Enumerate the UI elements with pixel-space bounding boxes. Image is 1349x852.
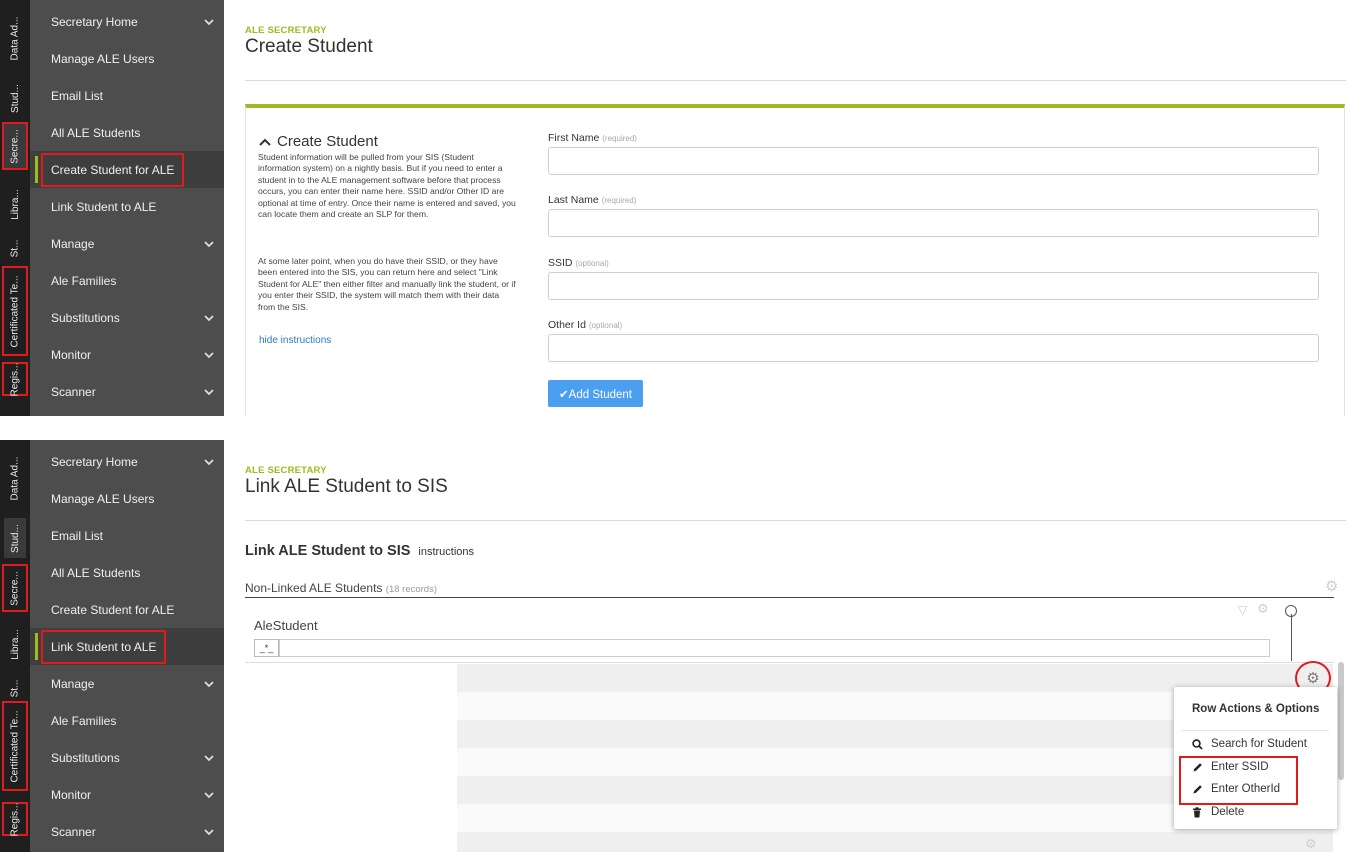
sidebar-item-link-student[interactable]: Link Student to ALE [30,628,224,665]
sidebar-nav: Secretary Home Manage ALE Users Email Li… [30,440,224,852]
first-name-label: First Name (required) [548,132,637,144]
chevron-down-icon [204,455,214,469]
gear-icon[interactable]: ⚙ [1325,577,1338,595]
menu-item-search-for-student[interactable]: Search for Student [1191,738,1307,750]
other-id-label: Other Id (optional) [548,319,623,331]
grid-divider [245,662,1334,663]
vtab-registrar[interactable]: Regis... [2,802,28,836]
sidebar-item-manage[interactable]: Manage [30,225,224,262]
sidebar-item-all-ale-students[interactable]: All ALE Students [30,114,224,151]
filter-operator-button[interactable]: _*_ [254,639,279,657]
chevron-down-icon [204,311,214,325]
sidebar-item-create-student[interactable]: Create Student for ALE [30,591,224,628]
page-title: Create Student [245,36,373,57]
link-student-panel: Data Ad... Stud... Secre... Libra... St.… [0,440,1349,852]
vertical-app-tabs: Data Ad... Stud... Secre... Libra... St.… [0,0,30,416]
section-title: Link ALE Student to SIS instructions [245,543,475,559]
divider [245,520,1346,521]
trash-icon [1191,806,1203,818]
other-id-input[interactable] [548,334,1319,362]
column-resize-line [1291,614,1292,661]
sidebar-item-manage-ale-users[interactable]: Manage ALE Users [30,480,224,517]
sidebar-item-ale-families[interactable]: Ale Families [30,262,224,299]
last-name-input[interactable] [548,209,1319,237]
chevron-down-icon [204,751,214,765]
vtab-student[interactable]: Stud... [4,518,26,558]
vtab-staff[interactable]: St... [4,232,26,264]
sidebar-item-link-student[interactable]: Link Student to ALE [30,188,224,225]
sidebar-item-substitutions[interactable]: Substitutions [30,299,224,336]
chevron-down-icon [204,348,214,362]
gear-icon[interactable]: ⚙ [1257,601,1269,617]
sidebar-item-secretary-home[interactable]: Secretary Home [30,3,224,40]
table-row[interactable] [457,832,1333,852]
page-kicker: ALE SECRETARY [245,465,327,476]
vtab-data-admin[interactable]: Data Ad... [4,440,26,516]
vtab-certificated-teacher[interactable]: Certificated Te... [2,701,28,791]
sidebar-item-scanner[interactable]: Scanner [30,373,224,410]
instructions-paragraph-2: At some later point, when you do have th… [258,256,516,312]
highlight-box [1179,756,1298,805]
add-student-button[interactable]: ✔Add Student [548,380,643,407]
menu-divider [1182,730,1329,731]
first-name-input[interactable] [548,147,1319,175]
ssid-input[interactable] [548,272,1319,300]
grid-title-underline [245,597,1334,598]
vertical-app-tabs: Data Ad... Stud... Secre... Libra... St.… [0,440,30,852]
instructions-link[interactable]: instructions [418,546,474,558]
vtab-staff[interactable]: St... [4,672,26,704]
page-title: Link ALE Student to SIS [245,476,448,497]
chevron-down-icon [204,825,214,839]
grid-title: Non-Linked ALE Students (18 records) [245,581,437,595]
vtab-student[interactable]: Stud... [4,78,26,118]
chevron-down-icon [204,788,214,802]
sidebar-item-email-list[interactable]: Email List [30,77,224,114]
create-student-panel: Data Ad... Stud... Secre... Libra... St.… [0,0,1349,416]
sidebar-item-manage-ale-users[interactable]: Manage ALE Users [30,40,224,77]
menu-title: Row Actions & Options [1192,703,1320,715]
alestudent-filter-input[interactable] [279,639,1270,657]
card-title[interactable]: Create Student [259,133,378,150]
chevron-down-icon [204,237,214,251]
vtab-secretary[interactable]: Secre... [2,122,28,170]
sidebar-item-all-ale-students[interactable]: All ALE Students [30,554,224,591]
sidebar-item-monitor[interactable]: Monitor [30,336,224,373]
vtab-data-admin[interactable]: Data Ad... [4,0,26,76]
divider [245,80,1346,81]
column-header-alestudent[interactable]: AleStudent [254,618,318,633]
search-icon [1191,738,1203,750]
sidebar-item-email-list[interactable]: Email List [30,517,224,554]
sidebar-item-monitor[interactable]: Monitor [30,776,224,813]
vtab-certificated-teacher[interactable]: Certificated Te... [2,266,28,356]
sidebar-nav: Secretary Home Manage ALE Users Email Li… [30,0,224,416]
sidebar-item-scanner[interactable]: Scanner [30,813,224,850]
chevron-up-icon [259,133,271,150]
sidebar-item-manage[interactable]: Manage [30,665,224,702]
vtab-secretary[interactable]: Secre... [2,564,28,612]
vtab-library[interactable]: Libra... [4,620,26,668]
hide-instructions-link[interactable]: hide instructions [259,335,331,346]
menu-item-delete[interactable]: Delete [1191,806,1244,818]
page-kicker: ALE SECRETARY [245,25,327,36]
sidebar-item-ale-families[interactable]: Ale Families [30,702,224,739]
ssid-label: SSID (optional) [548,257,609,269]
row-actions-gear-icon[interactable]: ⚙ [1305,836,1317,852]
filter-icon[interactable]: ▽ [1238,603,1247,617]
sidebar-item-secretary-home[interactable]: Secretary Home [30,443,224,480]
vertical-scrollbar[interactable] [1338,662,1344,780]
last-name-label: Last Name (required) [548,194,637,206]
chevron-down-icon [204,385,214,399]
instructions-paragraph-1: Student information will be pulled from … [258,152,516,220]
vtab-registrar[interactable]: Regis... [2,362,28,396]
vtab-library[interactable]: Libra... [4,180,26,228]
sidebar-item-substitutions[interactable]: Substitutions [30,739,224,776]
chevron-down-icon [204,677,214,691]
sidebar-item-create-student[interactable]: Create Student for ALE [30,151,224,188]
create-student-card: Create Student Student information will … [245,104,1345,416]
chevron-down-icon [204,15,214,29]
